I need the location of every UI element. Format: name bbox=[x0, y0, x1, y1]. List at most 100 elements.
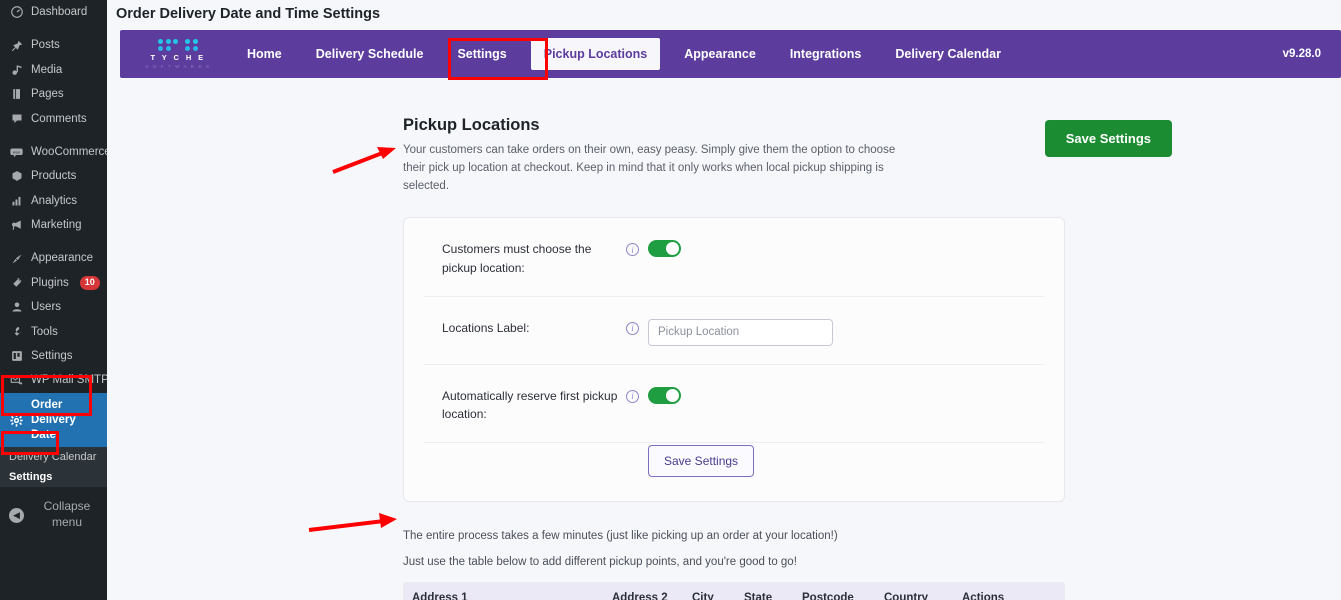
column-header-address2: Address 2 bbox=[604, 582, 684, 600]
sidebar-item-label: Products bbox=[31, 170, 77, 183]
setting-control: i bbox=[626, 385, 681, 404]
settings-card: Customers must choose the pickup locatio… bbox=[403, 217, 1065, 502]
sidebar-item-plugins[interactable]: Plugins 10 bbox=[0, 271, 107, 295]
settings-card-footer: Save Settings bbox=[424, 443, 1044, 501]
section-description: Your customers can take orders on their … bbox=[403, 144, 896, 192]
toggle-must-choose-pickup-location[interactable] bbox=[648, 240, 681, 258]
sidebar-item-products[interactable]: Products bbox=[0, 164, 107, 188]
comments-icon bbox=[9, 113, 24, 125]
table-head: Address 1 Address 2 City State Postcode … bbox=[404, 582, 1064, 600]
plugin-version: v9.28.0 bbox=[1282, 48, 1321, 60]
section-header-text: Pickup Locations Your customers can take… bbox=[403, 116, 903, 195]
analytics-icon bbox=[9, 195, 24, 207]
sidebar-item-label: WP Mail SMTP bbox=[31, 374, 109, 387]
setting-label: Locations Label: bbox=[442, 320, 530, 335]
media-icon bbox=[9, 64, 24, 76]
logo-dot-group-left bbox=[158, 38, 179, 52]
setting-label: Automatically reserve first pickup locat… bbox=[442, 388, 618, 422]
tab-pickup-locations[interactable]: Pickup Locations bbox=[530, 38, 661, 70]
column-header-state: State bbox=[736, 582, 794, 600]
sidebar-item-posts[interactable]: Posts bbox=[0, 33, 107, 57]
setting-row-locations-label: Locations Label: i bbox=[424, 297, 1044, 365]
setting-label: Customers must choose the pickup locatio… bbox=[442, 242, 592, 276]
products-icon bbox=[9, 170, 24, 182]
plugin-topnav: T Y C H E S O F T W A R E S Home Deliver… bbox=[120, 30, 1341, 78]
setting-row-must-choose: Customers must choose the pickup locatio… bbox=[424, 218, 1044, 297]
wp-admin-sidebar: Dashboard Posts Media Pages Comments woo… bbox=[0, 0, 116, 600]
sidebar-item-label: Appearance bbox=[31, 252, 94, 265]
pin-icon bbox=[9, 40, 24, 52]
sidebar-submenu-delivery-calendar[interactable]: Delivery Calendar bbox=[0, 447, 107, 468]
sidebar-item-wp-mail-smtp[interactable]: WP Mail SMTP bbox=[0, 368, 109, 392]
sidebar-item-label: Pages bbox=[31, 88, 64, 101]
sidebar-submenu-settings[interactable]: Settings bbox=[0, 467, 107, 488]
sidebar-divider bbox=[0, 237, 107, 246]
svg-text:woo: woo bbox=[13, 149, 21, 154]
section-title: Pickup Locations bbox=[403, 116, 540, 134]
sidebar-item-appearance[interactable]: Appearance bbox=[0, 246, 107, 270]
table-header-row: Address 1 Address 2 City State Postcode … bbox=[404, 582, 1064, 600]
megaphone-icon bbox=[9, 219, 24, 231]
tab-delivery-calendar[interactable]: Delivery Calendar bbox=[878, 30, 1018, 78]
sidebar-item-users[interactable]: Users bbox=[0, 295, 107, 319]
tyche-logo-dots bbox=[158, 38, 198, 52]
tyche-logo: T Y C H E S O F T W A R E S bbox=[142, 38, 214, 70]
pickup-locations-table: Address 1 Address 2 City State Postcode … bbox=[404, 582, 1064, 600]
notes-block: The entire process takes a few minutes (… bbox=[403, 530, 1065, 568]
tab-pickup-locations-wrap: Pickup Locations bbox=[524, 30, 668, 78]
settings-icon bbox=[9, 350, 24, 362]
tab-delivery-schedule[interactable]: Delivery Schedule bbox=[299, 30, 441, 78]
tab-appearance[interactable]: Appearance bbox=[667, 30, 773, 78]
sidebar-item-label: Dashboard bbox=[31, 6, 88, 18]
brand-subtitle: S O F T W A R E S bbox=[145, 64, 211, 70]
brush-icon bbox=[9, 253, 24, 265]
sidebar-item-dashboard[interactable]: Dashboard bbox=[0, 0, 107, 24]
screen-root: Dashboard Posts Media Pages Comments woo… bbox=[0, 0, 1341, 600]
sidebar-item-tools[interactable]: Tools bbox=[0, 320, 107, 344]
setting-row-auto-reserve: Automatically reserve first pickup locat… bbox=[424, 365, 1044, 443]
settings-card-footer-spacer bbox=[442, 443, 626, 445]
sidebar-item-pages[interactable]: Pages bbox=[0, 82, 107, 106]
users-icon bbox=[9, 301, 24, 313]
sidebar-divider bbox=[0, 24, 107, 33]
save-settings-secondary-button[interactable]: Save Settings bbox=[648, 444, 755, 477]
pickup-locations-table-wrap: Address 1 Address 2 City State Postcode … bbox=[403, 581, 1065, 600]
sidebar-item-label: Settings bbox=[31, 349, 73, 362]
tab-settings[interactable]: Settings bbox=[440, 30, 523, 78]
tab-home[interactable]: Home bbox=[230, 30, 299, 78]
toggle-auto-reserve-first-pickup[interactable] bbox=[648, 386, 681, 404]
save-settings-primary-button[interactable]: Save Settings bbox=[1044, 120, 1172, 157]
info-icon[interactable]: i bbox=[626, 243, 639, 257]
sidebar-item-woocommerce[interactable]: woo WooCommerce bbox=[0, 140, 111, 164]
sidebar-item-label: Users bbox=[31, 301, 62, 314]
sidebar-item-marketing[interactable]: Marketing bbox=[0, 213, 107, 237]
sidebar-item-order-delivery-date[interactable]: Order Delivery Date bbox=[0, 392, 116, 448]
tab-integrations[interactable]: Integrations bbox=[773, 30, 879, 78]
column-header-actions: Actions bbox=[954, 582, 1064, 600]
dashboard-icon bbox=[9, 6, 24, 19]
column-header-address1: Address 1 bbox=[404, 582, 604, 600]
plugins-update-badge: 10 bbox=[79, 276, 100, 290]
sidebar-item-label: Marketing bbox=[31, 219, 82, 231]
sidebar-item-media[interactable]: Media bbox=[0, 58, 107, 82]
settings-card-footer-actions: Save Settings bbox=[626, 443, 755, 477]
collapse-menu-button[interactable]: ◀ Collapse menu bbox=[0, 487, 107, 530]
note-line-1: The entire process takes a few minutes (… bbox=[403, 529, 838, 542]
sidebar-item-settings[interactable]: Settings bbox=[0, 344, 107, 368]
column-header-city: City bbox=[684, 582, 736, 600]
sidebar-item-analytics[interactable]: Analytics bbox=[0, 189, 107, 213]
info-icon[interactable]: i bbox=[626, 389, 639, 403]
sidebar-item-label: Tools bbox=[31, 325, 58, 338]
collapse-menu-label: Collapse menu bbox=[43, 499, 91, 530]
sidebar-divider bbox=[0, 131, 107, 140]
setting-control: i bbox=[626, 317, 833, 346]
locations-label-input[interactable] bbox=[648, 318, 833, 346]
sidebar-item-label: Media bbox=[31, 63, 63, 76]
pages-icon bbox=[9, 88, 24, 100]
sidebar-item-label: Analytics bbox=[31, 194, 78, 207]
plug-icon bbox=[9, 277, 24, 289]
content-area: Pickup Locations Your customers can take… bbox=[107, 78, 1341, 600]
sidebar-item-label: Comments bbox=[31, 112, 87, 125]
sidebar-item-comments[interactable]: Comments bbox=[0, 107, 107, 131]
info-icon[interactable]: i bbox=[626, 321, 639, 335]
